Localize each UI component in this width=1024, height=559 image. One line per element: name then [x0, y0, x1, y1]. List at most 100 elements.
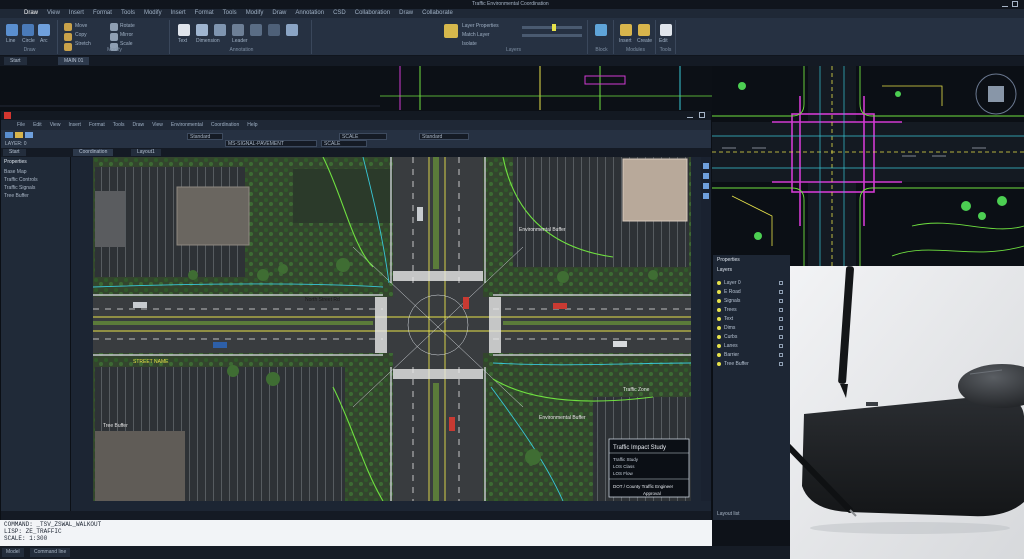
- mirror-icon[interactable]: [110, 33, 118, 41]
- style-dropdown[interactable]: Standard: [187, 133, 223, 140]
- arc-icon[interactable]: [38, 24, 50, 36]
- layer-row[interactable]: Layer 0: [717, 279, 787, 287]
- back-menu-item[interactable]: Insert: [171, 9, 186, 18]
- insert-block-icon[interactable]: [595, 24, 607, 36]
- back-menu-item[interactable]: Format: [195, 9, 214, 18]
- layer-properties-label[interactable]: Layer Properties: [462, 23, 499, 29]
- front-tab-start[interactable]: Start: [3, 149, 26, 156]
- lock-icon[interactable]: [779, 344, 783, 348]
- tab-start[interactable]: Start: [4, 57, 27, 65]
- lock-icon[interactable]: [779, 299, 783, 303]
- gradient-icon[interactable]: [286, 24, 298, 36]
- tab-main[interactable]: MAIN 01: [58, 57, 90, 65]
- edit-icon[interactable]: [660, 24, 672, 36]
- front-menu-item[interactable]: Environmental: [171, 120, 203, 130]
- back-menu-item[interactable]: View: [47, 9, 60, 18]
- left-item-traffic-controls[interactable]: Traffic Controls: [4, 177, 38, 183]
- line-icon[interactable]: [6, 24, 18, 36]
- layer-on-icon[interactable]: [717, 343, 721, 348]
- back-menu-item[interactable]: Collaboration: [355, 9, 390, 18]
- minimize-icon[interactable]: [1002, 1, 1008, 7]
- front-minimize-icon[interactable]: [687, 112, 693, 118]
- lock-icon[interactable]: [779, 281, 783, 285]
- scale-dropdown[interactable]: SCALE: [339, 133, 387, 140]
- lock-icon[interactable]: [779, 353, 783, 357]
- layer-on-icon[interactable]: [717, 361, 721, 366]
- text-icon[interactable]: [178, 24, 190, 36]
- dimension-icon[interactable]: [196, 24, 208, 36]
- copy-icon[interactable]: [64, 33, 72, 41]
- back-menu-item[interactable]: Format: [93, 9, 112, 18]
- layer-row[interactable]: E Road: [717, 288, 787, 296]
- maximize-icon[interactable]: [1012, 1, 1018, 7]
- layer-slider-track-2[interactable]: [522, 34, 582, 37]
- layer-row[interactable]: Trees: [717, 306, 787, 314]
- layer-on-icon[interactable]: [717, 316, 721, 321]
- layer-on-icon[interactable]: [717, 298, 721, 303]
- layer-on-icon[interactable]: [717, 307, 721, 312]
- create-icon[interactable]: [638, 24, 650, 36]
- back-menu-item[interactable]: Insert: [69, 9, 84, 18]
- status-tab-model[interactable]: Model: [2, 548, 24, 557]
- lock-icon[interactable]: [779, 326, 783, 330]
- insert-icon[interactable]: [620, 24, 632, 36]
- save-icon[interactable]: [25, 132, 33, 138]
- front-menu-item[interactable]: View: [152, 120, 163, 130]
- front-close-icon[interactable]: [699, 112, 705, 118]
- back-menu-item[interactable]: Draw: [24, 9, 38, 18]
- left-item-traffic-signals[interactable]: Traffic Signals: [4, 185, 35, 191]
- back-menu-item[interactable]: Annotation: [295, 9, 324, 18]
- back-menu-item[interactable]: Modify: [144, 9, 162, 18]
- layer-slider-thumb[interactable]: [552, 24, 556, 31]
- front-menu-item[interactable]: File: [17, 120, 25, 130]
- hatch-icon[interactable]: [268, 24, 280, 36]
- move-icon[interactable]: [64, 23, 72, 31]
- front-menu-item[interactable]: Format: [89, 120, 105, 130]
- rotate-icon[interactable]: [110, 23, 118, 31]
- layer-row[interactable]: Signals: [717, 297, 787, 305]
- layer-on-icon[interactable]: [717, 325, 721, 330]
- rotate-label[interactable]: Rotate: [120, 23, 135, 29]
- left-item-base-map[interactable]: Base Map: [4, 169, 27, 175]
- back-menu-item[interactable]: Tools: [121, 9, 135, 18]
- orbit-icon[interactable]: [703, 183, 709, 189]
- front-menu-item[interactable]: Help: [247, 120, 257, 130]
- back-menu-item[interactable]: Collaborate: [422, 9, 453, 18]
- layer-row[interactable]: Curbs: [717, 333, 787, 341]
- linetype-dropdown[interactable]: SCALE: [321, 140, 367, 147]
- layer-on-icon[interactable]: [717, 289, 721, 294]
- back-menu-item[interactable]: Tools: [223, 9, 237, 18]
- front-menu-item[interactable]: Coordination: [211, 120, 239, 130]
- showmotion-icon[interactable]: [703, 193, 709, 199]
- layer-properties-icon[interactable]: [444, 24, 458, 38]
- lock-icon[interactable]: [779, 362, 783, 366]
- back-menu-item[interactable]: Modify: [246, 9, 264, 18]
- layer-dropdown[interactable]: MS-SIGNAL-PAVEMENT: [225, 140, 317, 147]
- layer-on-icon[interactable]: [717, 280, 721, 285]
- layer-on-icon[interactable]: [717, 334, 721, 339]
- front-menu-item[interactable]: Tools: [113, 120, 125, 130]
- layer-row[interactable]: Tree Buffer: [717, 360, 787, 368]
- front-menu-item[interactable]: View: [50, 120, 61, 130]
- pan-icon[interactable]: [703, 163, 709, 169]
- aerial-map-viewport[interactable]: North Street Rd STREET NAME Environmenta…: [93, 157, 691, 501]
- back-menu-item[interactable]: CSD: [333, 9, 346, 18]
- open-icon[interactable]: [15, 132, 23, 138]
- markup-icon[interactable]: [250, 24, 262, 36]
- copy-label[interactable]: Copy: [75, 32, 87, 38]
- layer-row[interactable]: Dims: [717, 324, 787, 332]
- front-menu-item[interactable]: Draw: [132, 120, 144, 130]
- layer-row[interactable]: Barrier: [717, 351, 787, 359]
- viewcube-icon[interactable]: [988, 86, 1004, 102]
- table-icon[interactable]: [232, 24, 244, 36]
- status-tab-command[interactable]: Command line: [30, 548, 71, 557]
- layer-row[interactable]: Lanes: [717, 342, 787, 350]
- new-icon[interactable]: [5, 132, 13, 138]
- lock-icon[interactable]: [779, 317, 783, 321]
- back-menu-item[interactable]: Draw: [399, 9, 413, 18]
- front-tab-layout[interactable]: Layout1: [131, 149, 161, 156]
- back-menu-item[interactable]: Draw: [272, 9, 286, 18]
- lock-icon[interactable]: [779, 308, 783, 312]
- mirror-label[interactable]: Mirror: [120, 32, 133, 38]
- left-item-tree-buffer[interactable]: Tree Buffer: [4, 193, 29, 199]
